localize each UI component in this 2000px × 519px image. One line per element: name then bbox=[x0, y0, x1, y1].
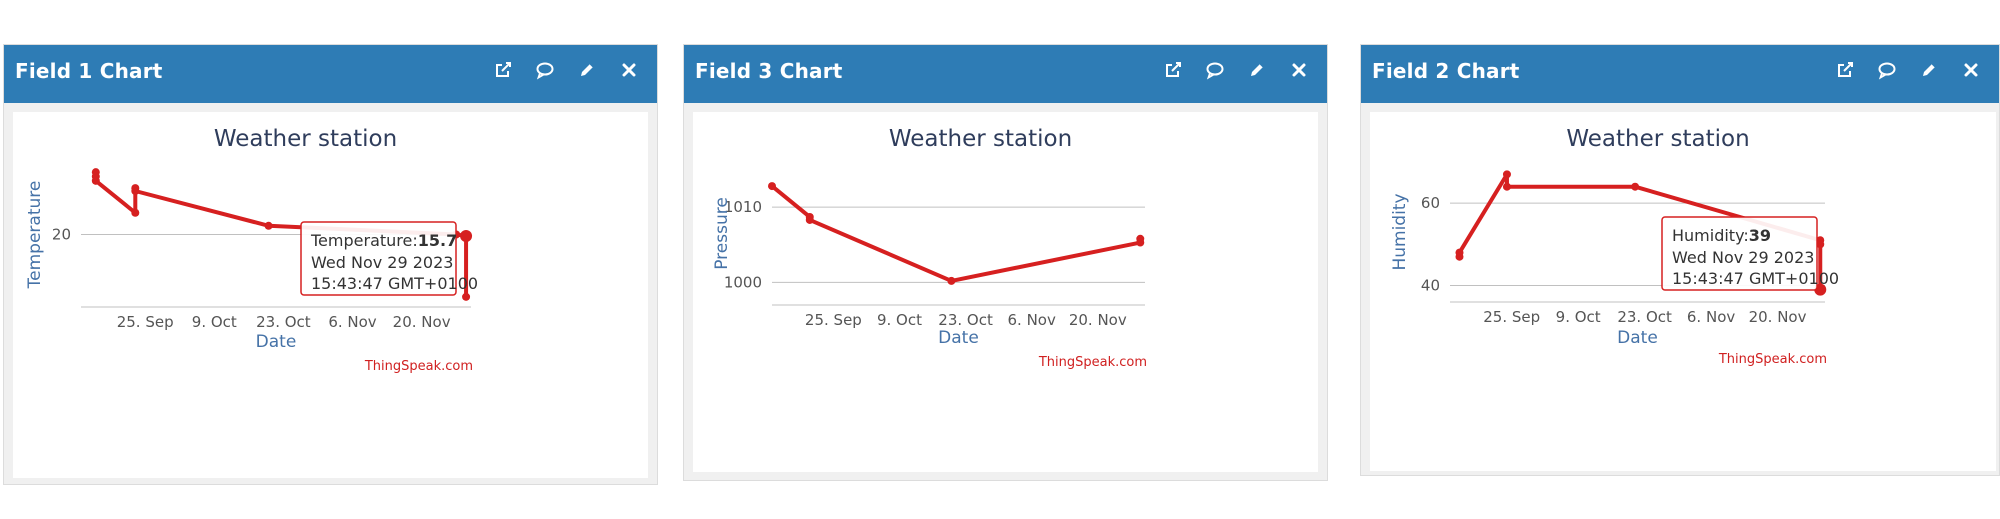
data-point[interactable] bbox=[805, 215, 814, 224]
temperature-chart: Weather station 20 25. Sep 9. Oct 23. Oct 6. … bbox=[25, 126, 478, 374]
data-point[interactable] bbox=[1502, 182, 1511, 191]
chart-title: Weather station bbox=[214, 126, 397, 152]
tooltip-label: Humidity: bbox=[1672, 226, 1749, 245]
chart-card: Weather station 20 25. Sep 9. Oct 23. Oct 6. … bbox=[13, 112, 648, 478]
tooltip-value-line: Temperature:15.7 bbox=[310, 231, 457, 250]
data-point[interactable] bbox=[131, 208, 140, 217]
humidity-chart: Weather station 40 60 25. Sep 9. Oct 23. Oct 6… bbox=[1390, 126, 1839, 367]
x-tick-label: 23. Oct bbox=[938, 311, 993, 329]
x-tick-label: 20. Nov bbox=[393, 313, 451, 331]
x-tick-label: 25. Sep bbox=[1483, 308, 1540, 326]
tooltip: Temperature:15.7 Wed Nov 29 2023 15:43:47 … bbox=[300, 221, 478, 296]
panel-header: Field 1 Chart bbox=[4, 45, 657, 103]
x-tick-label: 23. Oct bbox=[256, 313, 311, 331]
chart-card: Weather station 40 60 25. Sep 9. Oct 23. Oct 6… bbox=[1370, 112, 1996, 471]
close-icon[interactable] bbox=[1285, 56, 1313, 84]
tooltip-date: Wed Nov 29 2023 bbox=[1672, 248, 1814, 267]
x-tick-label: 25. Sep bbox=[117, 313, 174, 331]
data-point[interactable] bbox=[768, 182, 776, 191]
edit-icon[interactable] bbox=[573, 56, 601, 84]
credits-link[interactable]: ThingSpeak.com bbox=[364, 359, 473, 374]
y-axis-title: Humidity bbox=[1390, 193, 1410, 270]
x-tick-label: 20. Nov bbox=[1069, 311, 1127, 329]
credits-link[interactable]: ThingSpeak.com bbox=[1718, 352, 1827, 367]
y-tick-label: 60 bbox=[1421, 194, 1440, 212]
data-point[interactable] bbox=[460, 229, 473, 242]
data-point[interactable] bbox=[947, 276, 956, 285]
tooltip-time: 15:43:47 GMT+0100 bbox=[1672, 269, 1839, 288]
data-point[interactable] bbox=[91, 168, 100, 177]
tooltip-time: 15:43:47 GMT+0100 bbox=[311, 274, 478, 293]
y-tick-label: 20 bbox=[52, 226, 71, 244]
data-point[interactable] bbox=[1631, 182, 1640, 191]
comment-icon[interactable] bbox=[1201, 56, 1229, 84]
field3-chart-panel: Field 3 Chart Weather station 1000 1010 25.… bbox=[683, 44, 1328, 481]
x-tick-label: 9. Oct bbox=[192, 313, 237, 331]
x-tick-label: 6. Nov bbox=[1687, 308, 1735, 326]
x-tick-label: 25. Sep bbox=[805, 311, 862, 329]
x-tick-label: 20. Nov bbox=[1749, 308, 1807, 326]
tooltip: Humidity:39 Wed Nov 29 2023 15:43:47 GMT+0… bbox=[1661, 216, 1839, 291]
x-tick-label: 23. Oct bbox=[1617, 308, 1672, 326]
chart-title: Weather station bbox=[1566, 126, 1749, 152]
close-icon[interactable] bbox=[615, 56, 643, 84]
tooltip-date: Wed Nov 29 2023 bbox=[311, 253, 453, 272]
chart-title: Weather station bbox=[889, 126, 1072, 152]
panel-header: Field 2 Chart bbox=[1361, 45, 1999, 103]
edit-icon[interactable] bbox=[1243, 56, 1271, 84]
x-axis-title: Date bbox=[256, 332, 297, 352]
tooltip-value: 15.7 bbox=[418, 231, 457, 250]
external-link-icon[interactable] bbox=[1831, 56, 1859, 84]
tooltip-value-line: Humidity:39 bbox=[1672, 226, 1771, 245]
x-axis-title: Date bbox=[938, 328, 979, 348]
data-point[interactable] bbox=[1136, 234, 1145, 243]
close-icon[interactable] bbox=[1957, 56, 1985, 84]
tooltip-value: 39 bbox=[1749, 226, 1771, 245]
x-tick-label: 9. Oct bbox=[1556, 308, 1601, 326]
comment-icon[interactable] bbox=[531, 56, 559, 84]
field1-chart-panel: Field 1 Chart Weather station 20 25. Sep 9.… bbox=[3, 44, 658, 485]
panel-title: Field 3 Chart bbox=[695, 59, 843, 83]
series-line bbox=[770, 184, 1143, 283]
panel-actions bbox=[1159, 56, 1313, 84]
x-tick-label: 9. Oct bbox=[877, 311, 922, 329]
pressure-chart: Weather station1000101025. Sep 9. Oct 23. … bbox=[712, 126, 1147, 370]
tooltip-label: Temperature: bbox=[310, 231, 418, 250]
comment-icon[interactable] bbox=[1873, 56, 1901, 84]
data-point[interactable] bbox=[1502, 170, 1511, 179]
data-point[interactable] bbox=[1455, 248, 1464, 257]
external-link-icon[interactable] bbox=[1159, 56, 1187, 84]
y-axis-title: Temperature bbox=[25, 181, 45, 290]
data-point[interactable] bbox=[91, 176, 100, 185]
data-point[interactable] bbox=[462, 292, 471, 301]
y-tick-label: 40 bbox=[1421, 277, 1440, 295]
data-point[interactable] bbox=[264, 221, 273, 230]
chart-card: Weather station 1000 1010 25. Sep 9. Oct 23. … bbox=[693, 112, 1318, 472]
panel-actions bbox=[489, 56, 643, 84]
panel-header: Field 3 Chart bbox=[684, 45, 1327, 103]
panel-actions bbox=[1831, 56, 1985, 84]
edit-icon[interactable] bbox=[1915, 56, 1943, 84]
x-axis-title: Date bbox=[1617, 328, 1658, 348]
panel-title: Field 2 Chart bbox=[1372, 59, 1520, 83]
y-tick-label: 1000 bbox=[724, 273, 762, 291]
x-tick-label: 6. Nov bbox=[328, 313, 376, 331]
credits-link[interactable]: ThingSpeak.com bbox=[1038, 355, 1147, 370]
data-point[interactable] bbox=[131, 187, 140, 195]
panel-title: Field 1 Chart bbox=[15, 59, 163, 83]
y-axis-title: Pressure bbox=[712, 197, 732, 270]
external-link-icon[interactable] bbox=[489, 56, 517, 84]
field2-chart-panel: Field 2 Chart Weather station 40 60 25. Sep… bbox=[1360, 44, 2000, 476]
x-tick-label: 6. Nov bbox=[1008, 311, 1056, 329]
